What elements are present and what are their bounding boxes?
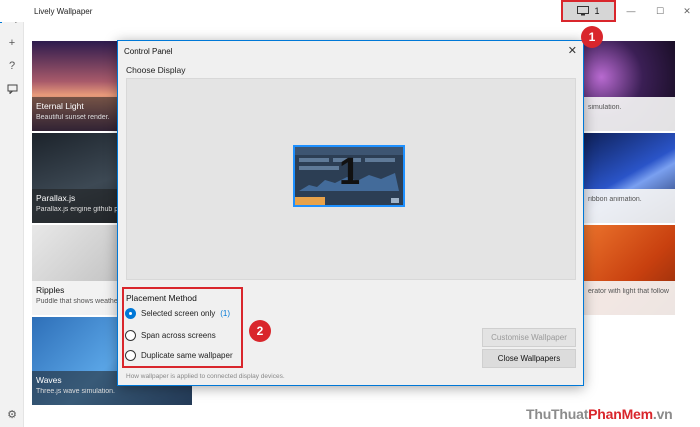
wallpaper-tile[interactable]: ribbon animation. bbox=[570, 133, 675, 223]
step-badge-2: 2 bbox=[249, 320, 271, 342]
radio-button[interactable] bbox=[125, 330, 136, 341]
close-icon[interactable]: ✕ bbox=[568, 44, 577, 57]
choose-display-label: Choose Display bbox=[126, 65, 186, 75]
display-preview-area: 1 bbox=[126, 78, 576, 280]
app-title: Lively Wallpaper bbox=[34, 7, 93, 16]
tile-description: ribbon animation. bbox=[588, 196, 642, 203]
wallpaper-tile[interactable]: simulation. bbox=[570, 41, 675, 131]
radio-label: Selected screen only bbox=[141, 309, 216, 318]
tile-description: erator with light that follow bbox=[588, 288, 669, 295]
monitor-thumbnail[interactable]: 1 bbox=[293, 145, 405, 207]
radio-label: Span across screens bbox=[141, 331, 216, 340]
question-icon[interactable]: ? bbox=[4, 58, 20, 74]
radio-button[interactable] bbox=[125, 350, 136, 361]
wallpaper-tile[interactable]: erator with light that follow bbox=[570, 225, 675, 315]
chat-icon[interactable] bbox=[4, 81, 20, 97]
monitor-number: 1 bbox=[339, 151, 361, 193]
radio-duplicate-same-wallpaper[interactable]: Duplicate same wallpaper bbox=[125, 350, 233, 361]
close-window-icon[interactable]: ✕ bbox=[680, 4, 694, 18]
screen-number-label: (1) bbox=[220, 309, 231, 318]
step-badge-1: 1 bbox=[581, 26, 603, 48]
customise-wallpaper-button[interactable]: Customise Wallpaper bbox=[482, 328, 576, 347]
svg-text:ThuThuatPhanMem.vn: ThuThuatPhanMem.vn bbox=[526, 406, 673, 422]
tile-description: Three.js wave simulation. bbox=[36, 388, 115, 395]
radio-selected-screen-only[interactable]: Selected screen only (1) bbox=[125, 308, 230, 319]
plus-icon[interactable]: + bbox=[4, 35, 20, 51]
radio-label: Duplicate same wallpaper bbox=[141, 351, 233, 360]
tile-description: simulation. bbox=[588, 104, 622, 111]
minimize-icon[interactable]: — bbox=[624, 4, 638, 18]
dialog-title: Control Panel bbox=[124, 47, 173, 56]
placement-hint: How wallpaper is applied to connected di… bbox=[126, 373, 285, 380]
highlight-display-button bbox=[561, 0, 616, 22]
radio-span-across-screens[interactable]: Span across screens bbox=[125, 330, 216, 341]
placement-method-title: Placement Method bbox=[126, 293, 197, 303]
control-panel-dialog: Control Panel ✕ Choose Display 1 Placeme… bbox=[117, 40, 584, 386]
nav-rail: + ? ⚙ bbox=[0, 0, 24, 427]
watermark: ThuThuatPhanMem.vn bbox=[526, 406, 696, 425]
radio-button[interactable] bbox=[125, 308, 136, 319]
watermark-logo: ThuThuatPhanMem.vn bbox=[526, 406, 673, 422]
maximize-icon[interactable]: ☐ bbox=[653, 4, 667, 18]
close-wallpapers-button[interactable]: Close Wallpapers bbox=[482, 349, 576, 368]
gear-icon[interactable]: ⚙ bbox=[4, 406, 20, 422]
